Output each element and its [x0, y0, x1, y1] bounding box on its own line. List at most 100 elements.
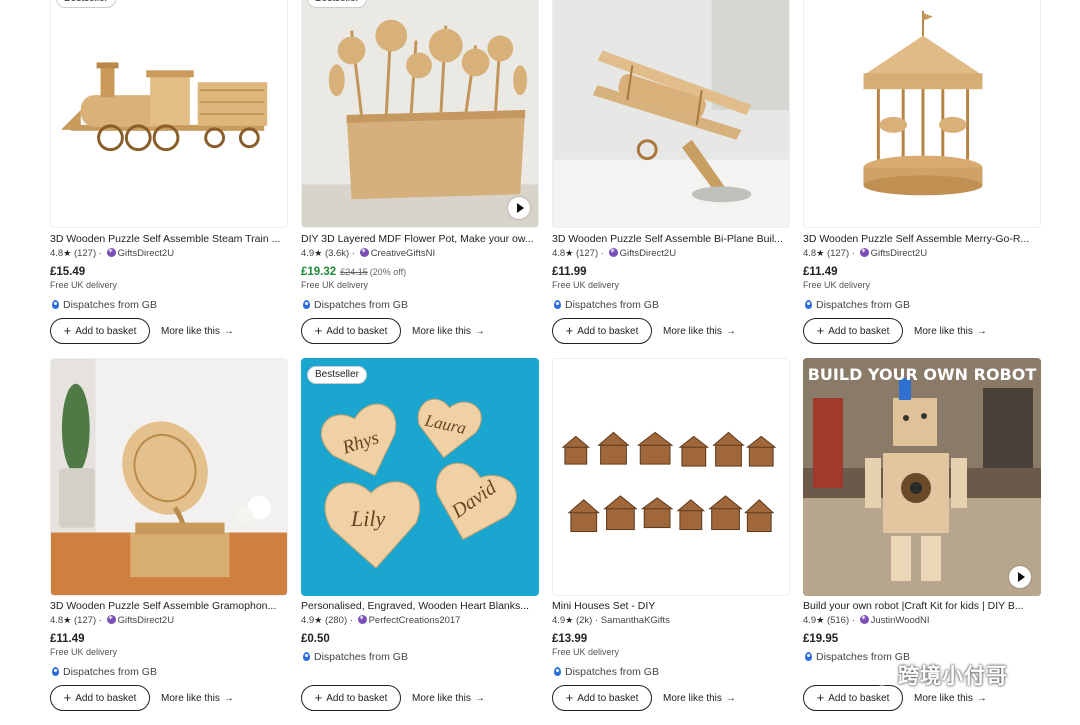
- dispatch-text: Dispatches from GB: [565, 666, 659, 678]
- star-seller-icon: [106, 612, 116, 625]
- product-title[interactable]: 3D Wooden Puzzle Self Assemble Steam Tra…: [50, 232, 290, 246]
- add-to-basket-button[interactable]: + Add to basket: [552, 318, 652, 344]
- robot-kit-image: BUILD YOUR OWN ROBOT: [803, 358, 1041, 596]
- more-like-this-link[interactable]: More like this →: [914, 693, 987, 704]
- price: £13.99: [552, 632, 792, 646]
- product-image[interactable]: Rhys Laura Lily David: [301, 358, 539, 596]
- product-title[interactable]: 3D Wooden Puzzle Self Assemble Merry-Go-…: [803, 232, 1043, 246]
- review-count: (516): [826, 615, 850, 626]
- dispatch-info: Dispatches from GB: [552, 665, 792, 679]
- price: £19.95: [803, 632, 1043, 646]
- card-actions: + Add to basket More like this →: [50, 685, 234, 711]
- original-price: £24.15: [340, 267, 368, 277]
- star-icon: ★: [63, 615, 72, 625]
- steam-train-image: [51, 0, 287, 227]
- seller-name[interactable]: JustinWoodNI: [871, 615, 930, 626]
- watermark: 跨境小付哥: [862, 660, 1008, 690]
- more-like-this-link[interactable]: More like this →: [161, 693, 234, 704]
- card-actions: + Add to basket More like this →: [552, 318, 736, 344]
- more-like-this-link[interactable]: More like this →: [663, 326, 736, 337]
- more-like-this-link[interactable]: More like this →: [412, 326, 485, 337]
- product-image[interactable]: [803, 0, 1041, 228]
- more-like-this-link[interactable]: More like this →: [161, 326, 234, 337]
- seller-name[interactable]: GiftsDirect2U: [118, 248, 174, 259]
- more-like-this-label: More like this: [663, 692, 722, 704]
- add-to-basket-label: Add to basket: [75, 692, 137, 704]
- seller-name[interactable]: SamanthaKGifts: [601, 615, 670, 626]
- dispatch-info: Dispatches from GB: [301, 650, 541, 664]
- review-count: (127): [73, 615, 97, 626]
- plus-icon: +: [816, 690, 825, 705]
- add-to-basket-button[interactable]: + Add to basket: [301, 685, 401, 711]
- more-like-this-link[interactable]: More like this →: [914, 326, 987, 337]
- price-value: £11.99: [552, 266, 587, 278]
- product-image[interactable]: [50, 0, 288, 228]
- plus-icon: +: [816, 323, 825, 338]
- product-image[interactable]: BUILD YOUR OWN ROBOT: [803, 358, 1041, 596]
- product-title[interactable]: 3D Wooden Puzzle Self Assemble Bi-Plane …: [552, 232, 792, 246]
- rating-row: 4.8★ (127) · GiftsDirect2U: [552, 245, 792, 260]
- play-video-icon[interactable]: [508, 197, 530, 219]
- price: £19.32 £24.15 (20% off): [301, 265, 541, 279]
- star-icon: ★: [565, 615, 574, 625]
- price-value: £0.50: [301, 633, 330, 645]
- more-like-this-label: More like this: [161, 325, 220, 337]
- dispatch-text: Dispatches from GB: [314, 299, 408, 311]
- add-to-basket-button[interactable]: + Add to basket: [301, 318, 401, 344]
- price: £0.50: [301, 632, 541, 646]
- star-icon: ★: [63, 248, 72, 258]
- rating-row: 4.8★ (127) · GiftsDirect2U: [50, 245, 290, 260]
- mini-houses-image: [553, 359, 789, 595]
- product-image[interactable]: [301, 0, 539, 228]
- add-to-basket-label: Add to basket: [828, 325, 890, 337]
- product-image[interactable]: [552, 358, 790, 596]
- plus-icon: +: [314, 323, 323, 338]
- seller-name[interactable]: GiftsDirect2U: [620, 248, 676, 259]
- dispatch-info: Dispatches from GB: [50, 665, 290, 679]
- more-like-this-link[interactable]: More like this →: [412, 693, 485, 704]
- product-title[interactable]: Build your own robot |Craft Kit for kids…: [803, 599, 1043, 613]
- location-pin-icon: [554, 667, 561, 676]
- location-pin-icon: [52, 667, 59, 676]
- price-value: £11.49: [803, 266, 838, 278]
- biplane-image: [553, 0, 789, 227]
- delivery-label: Free UK delivery: [50, 280, 118, 290]
- add-to-basket-label: Add to basket: [828, 692, 890, 704]
- add-to-basket-button[interactable]: + Add to basket: [803, 318, 903, 344]
- review-count: (280): [324, 615, 348, 626]
- price-value: £15.49: [50, 266, 86, 278]
- delivery-label: Free UK delivery: [50, 647, 118, 657]
- product-title[interactable]: DIY 3D Layered MDF Flower Pot, Make your…: [301, 232, 541, 246]
- star-seller-icon: [359, 245, 369, 258]
- seller-name[interactable]: PerfectCreations2017: [369, 615, 461, 626]
- wooden-hearts-image: Rhys Laura Lily David: [301, 358, 539, 596]
- dispatch-info: Dispatches from GB: [301, 298, 541, 312]
- play-video-icon[interactable]: [1009, 566, 1031, 588]
- seller-name[interactable]: GiftsDirect2U: [871, 248, 927, 259]
- add-to-basket-button[interactable]: + Add to basket: [552, 685, 652, 711]
- star-icon: ★: [816, 248, 825, 258]
- price: £11.49: [50, 632, 290, 646]
- product-title[interactable]: Mini Houses Set - DIY: [552, 599, 792, 613]
- discount-label: (20% off): [369, 267, 407, 277]
- location-pin-icon: [805, 300, 812, 309]
- star-seller-icon: [859, 245, 869, 258]
- rating-value: 4.9: [301, 248, 315, 259]
- add-to-basket-button[interactable]: + Add to basket: [50, 318, 150, 344]
- seller-name[interactable]: GiftsDirect2U: [118, 615, 174, 626]
- card-actions: + Add to basket More like this →: [552, 685, 736, 711]
- review-count: (127): [826, 248, 850, 259]
- card-actions: + Add to basket More like this →: [50, 318, 234, 344]
- product-title[interactable]: 3D Wooden Puzzle Self Assemble Gramophon…: [50, 599, 290, 613]
- product-image[interactable]: [50, 358, 288, 596]
- add-to-basket-button[interactable]: + Add to basket: [50, 685, 150, 711]
- more-like-this-label: More like this: [914, 325, 973, 337]
- more-like-this-link[interactable]: More like this →: [663, 693, 736, 704]
- dispatch-info: Dispatches from GB: [803, 298, 1043, 312]
- seller-name[interactable]: CreativeGiftsNI: [371, 248, 435, 259]
- star-icon: ★: [314, 615, 323, 625]
- product-image[interactable]: [552, 0, 790, 228]
- bestseller-badge: Bestseller: [307, 0, 367, 8]
- heart-name: Lily: [350, 506, 385, 531]
- product-title[interactable]: Personalised, Engraved, Wooden Heart Bla…: [301, 599, 541, 613]
